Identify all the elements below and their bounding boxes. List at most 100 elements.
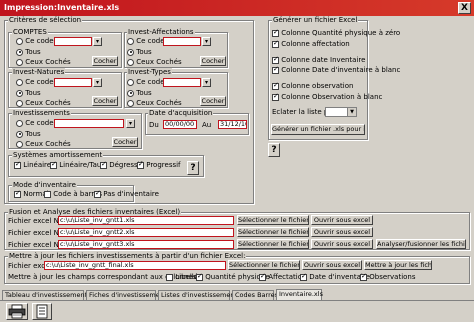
document-button[interactable] (32, 303, 52, 320)
checkbox-icon[interactable] (272, 55, 279, 64)
radio-icon[interactable] (16, 140, 23, 148)
tab-inventaire-xls[interactable]: Inventaire.xls (276, 289, 323, 300)
option-date-inventaire[interactable]: Colonne date Inventaire (272, 55, 365, 64)
affectations-ce-code-option[interactable]: Ce code (127, 37, 165, 45)
option-observation-blanc[interactable]: Colonne Observation à blanc (272, 92, 382, 101)
checkbox-icon[interactable] (272, 81, 279, 90)
radio-icon[interactable] (127, 58, 134, 66)
comptes-browse-button[interactable]: ▾ (93, 37, 102, 46)
comptes-ceux-coches-option[interactable]: Ceux Cochés (16, 58, 71, 66)
types-ceux-coches-option[interactable]: Ceux Cochés (127, 99, 182, 107)
natures-ceux-coches-option[interactable]: Ceux Cochés (16, 99, 71, 107)
affectations-browse-button[interactable]: ▾ (202, 37, 211, 46)
generer-fichier-button[interactable]: Générer un fichier .xls pour inventaire (271, 124, 365, 135)
checkbox-icon[interactable] (272, 65, 279, 74)
systeme-degressif[interactable]: Dégressif (100, 160, 142, 169)
types-ce-code-option[interactable]: Ce code (127, 78, 165, 86)
fusion-file3-open-button[interactable]: Ouvrir sous excel (311, 239, 373, 249)
radio-icon[interactable] (127, 99, 134, 107)
checkbox-icon[interactable] (44, 190, 51, 198)
close-button[interactable]: X (458, 2, 471, 14)
radio-icon[interactable] (16, 130, 23, 138)
investissements-cocher-button[interactable]: Cocher (112, 137, 138, 147)
criteres-help-button[interactable]: ? (187, 161, 199, 175)
affectations-tous-option[interactable]: Tous (127, 48, 152, 56)
affectations-cocher-button[interactable]: Cocher (200, 56, 226, 66)
maj-select-button[interactable]: Sélectionner le fichier (228, 260, 300, 270)
systeme-lineaire-taux[interactable]: Linéaire/Taux (50, 160, 105, 169)
affectations-ceux-coches-option[interactable]: Ceux Cochés (127, 58, 182, 66)
affectations-code-input[interactable] (163, 37, 201, 46)
radio-icon[interactable] (127, 37, 134, 45)
tab-fiches-investissement[interactable]: Fiches d'investissement (86, 290, 166, 300)
comptes-code-input[interactable] (54, 37, 92, 46)
types-code-input[interactable] (163, 78, 201, 87)
radio-icon[interactable] (16, 78, 23, 86)
tab-listes-investissements[interactable]: Listes d'investissements (158, 290, 240, 300)
maj-update-button[interactable]: Mettre à jour les fiches (364, 260, 432, 270)
systeme-progressif[interactable]: Progressif (137, 160, 181, 169)
analyser-fusionner-button[interactable]: Analyser/fusionner les fichiers (376, 239, 466, 249)
types-cocher-button[interactable]: Cocher (200, 96, 226, 106)
checkbox-icon[interactable] (272, 39, 279, 48)
tab-codes-barres[interactable]: Codes Barres (232, 290, 278, 300)
fusion-file1-open-button[interactable]: Ouvrir sous excel (311, 215, 373, 225)
option-observation[interactable]: Colonne observation (272, 81, 353, 90)
checkbox-icon[interactable] (272, 28, 279, 37)
date-du-input[interactable]: 00/00/00 (163, 120, 197, 129)
option-quantite-physique[interactable]: Colonne Quantité physique à zéro (272, 28, 400, 37)
radio-icon[interactable] (127, 78, 134, 86)
investissements-tous-option[interactable]: Tous (16, 130, 41, 138)
checkbox-icon[interactable] (259, 272, 266, 281)
maj-open-button[interactable]: Ouvrir sous excel (302, 260, 362, 270)
comptes-cocher-button[interactable]: Cocher (92, 56, 118, 66)
fusion-file1-select-button[interactable]: Sélectionner le fichier (237, 215, 309, 225)
natures-cocher-button[interactable]: Cocher (92, 96, 118, 106)
fusion-file2-input[interactable]: c:\u\Liste_inv_gntt2.xls (58, 228, 234, 237)
investissements-browse-button[interactable]: ▾ (126, 119, 135, 128)
eclater-select[interactable]: ▼ (325, 107, 357, 117)
radio-icon[interactable] (127, 48, 134, 56)
radio-icon[interactable] (16, 99, 23, 107)
radio-icon[interactable] (16, 37, 23, 45)
fusion-file1-input[interactable]: c:\u\Liste_inv_gntt1.xls (58, 216, 234, 225)
systeme-lineaire[interactable]: Linéaire (14, 160, 51, 169)
mode-pas-inventaire[interactable]: Pas d'inventaire (94, 189, 159, 198)
fusion-file3-select-button[interactable]: Sélectionner le fichier (237, 239, 309, 249)
natures-tous-option[interactable]: Tous (16, 89, 41, 97)
checkbox-icon[interactable] (360, 272, 367, 281)
fusion-file3-input[interactable]: c:\u\Liste_inv_gntt3.xls (58, 240, 234, 249)
checkbox-icon[interactable] (196, 272, 203, 281)
tab-tableau-investissements[interactable]: Tableau d'investissements (2, 290, 91, 300)
radio-icon[interactable] (16, 119, 23, 127)
radio-icon[interactable] (16, 58, 23, 66)
checkbox-icon[interactable] (50, 160, 57, 169)
natures-browse-button[interactable]: ▾ (93, 78, 102, 87)
fusion-file2-select-button[interactable]: Sélectionner le fichier (237, 227, 309, 237)
types-tous-option[interactable]: Tous (127, 89, 152, 97)
checkbox-icon[interactable] (100, 160, 107, 169)
champ-observations[interactable]: Observations (360, 272, 416, 281)
printer-button[interactable] (6, 303, 28, 320)
investissements-code-input[interactable] (54, 119, 124, 128)
checkbox-icon[interactable] (94, 189, 101, 198)
comptes-ce-code-option[interactable]: Ce code (16, 37, 54, 45)
checkbox-icon[interactable] (300, 272, 307, 281)
investissements-ce-code-option[interactable]: Ce code (16, 119, 54, 127)
checkbox-icon[interactable] (14, 189, 21, 198)
types-browse-button[interactable]: ▾ (202, 78, 211, 87)
radio-icon[interactable] (16, 89, 23, 97)
fusion-file2-open-button[interactable]: Ouvrir sous excel (311, 227, 373, 237)
generer-help-button[interactable]: ? (268, 143, 280, 157)
investissements-ceux-coches-option[interactable]: Ceux Cochés (16, 140, 71, 148)
chevron-down-icon[interactable]: ▼ (347, 108, 356, 116)
option-date-inventaire-blanc[interactable]: Colonne Date d'inventaire à blanc (272, 65, 400, 74)
maj-file-input[interactable]: c:\u\Liste_inv_gntt_final.xls (44, 261, 226, 270)
natures-ce-code-option[interactable]: Ce code (16, 78, 54, 86)
checkbox-icon[interactable] (166, 273, 173, 281)
natures-code-input[interactable] (54, 78, 92, 87)
radio-icon[interactable] (127, 89, 134, 97)
comptes-tous-option[interactable]: Tous (16, 48, 41, 56)
checkbox-icon[interactable] (137, 160, 144, 169)
radio-icon[interactable] (16, 48, 23, 56)
